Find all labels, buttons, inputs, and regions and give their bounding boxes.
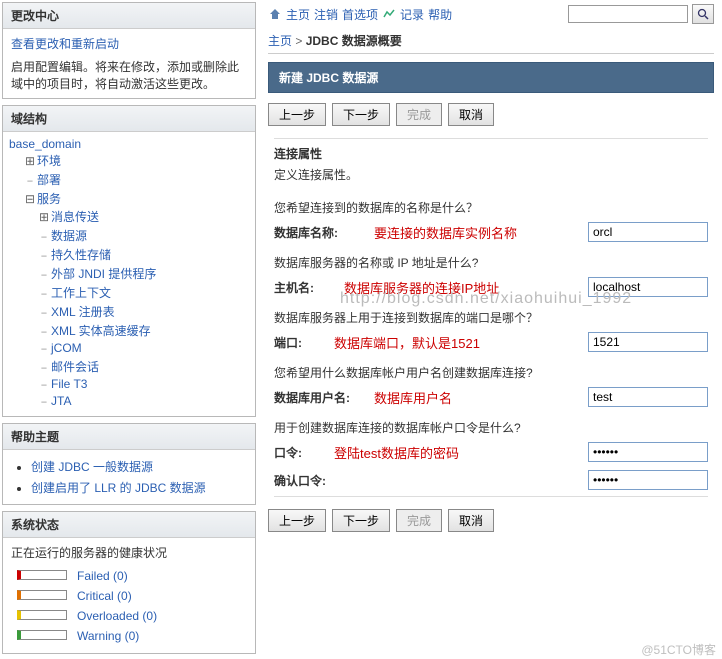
breadcrumb-home[interactable]: 主页: [268, 34, 292, 48]
input-pass[interactable]: [588, 442, 708, 462]
hint-dbname: 要连接的数据库实例名称: [374, 223, 578, 242]
cancel-button-bottom[interactable]: 取消: [448, 509, 494, 532]
domain-structure-panel: 域结构 base_domain ⊞环境 –部署 ⊟服务 ⊞消息传送 –数据源 –…: [2, 105, 256, 417]
help-link-1[interactable]: 创建 JDBC 一般数据源: [31, 460, 153, 474]
search-icon: [697, 8, 709, 20]
q-dbname: 您希望连接到的数据库的名称是什么？: [268, 191, 714, 218]
lbl-pass: 口令:: [274, 444, 324, 461]
input-host[interactable]: [588, 277, 708, 297]
hint-user: 数据库用户名: [374, 388, 578, 407]
health-failed[interactable]: Failed (0): [73, 567, 161, 585]
next-button[interactable]: 下一步: [332, 103, 390, 126]
tree-node-messaging[interactable]: ⊞消息传送: [37, 207, 249, 226]
breadcrumb-current: JDBC 数据源概要: [306, 34, 402, 48]
home-icon: [268, 7, 282, 21]
tree-node-mail[interactable]: –邮件会话: [37, 357, 249, 376]
nav-prefs[interactable]: 首选项: [342, 6, 378, 23]
health-table: Failed (0) Critical (0) Overloaded (0) W…: [11, 565, 163, 647]
lbl-host: 主机名:: [274, 279, 334, 296]
help-panel: 帮助主题 创建 JDBC 一般数据源 创建启用了 LLR 的 JDBC 数据源: [2, 423, 256, 505]
cancel-button[interactable]: 取消: [448, 103, 494, 126]
input-pass2[interactable]: [588, 470, 708, 490]
q-pass: 用于创建数据库连接的数据库帐户口令是什么?: [268, 411, 714, 438]
tree-node-workctx[interactable]: –工作上下文: [37, 283, 249, 302]
next-button-bottom[interactable]: 下一步: [332, 509, 390, 532]
lbl-user: 数据库用户名:: [274, 389, 364, 406]
nav-logout[interactable]: 注销: [314, 6, 338, 23]
lbl-dbname: 数据库名称:: [274, 224, 364, 241]
change-center-title: 更改中心: [3, 3, 255, 29]
q-port: 数据库服务器上用于连接到数据库的端口是哪个？: [268, 301, 714, 328]
button-row-top: 上一步 下一步 完成 取消: [268, 93, 714, 136]
tree-node-persist[interactable]: –持久性存储: [37, 245, 249, 264]
tree-node-jta[interactable]: –JTA: [37, 393, 249, 410]
q-host: 数据库服务器的名称或 IP 地址是什么?: [268, 246, 714, 273]
nav-help[interactable]: 帮助: [428, 6, 452, 23]
search-input[interactable]: [568, 5, 688, 23]
domain-structure-title: 域结构: [3, 106, 255, 132]
health-warning[interactable]: Warning (0): [73, 627, 161, 645]
bar-warning: [17, 630, 67, 640]
back-button-bottom[interactable]: 上一步: [268, 509, 326, 532]
help-title: 帮助主题: [3, 424, 255, 450]
tree-node-xmlcache[interactable]: –XML 实体高速缓存: [37, 321, 249, 340]
back-button[interactable]: 上一步: [268, 103, 326, 126]
hint-host: 数据库服务器的连接IP地址: [344, 278, 578, 297]
health-critical[interactable]: Critical (0): [73, 587, 161, 605]
tree-node-xmlreg[interactable]: –XML 注册表: [37, 302, 249, 321]
tree-node-deploy[interactable]: –部署: [23, 170, 249, 189]
table-row: Warning (0): [13, 627, 161, 645]
table-row: Critical (0): [13, 587, 161, 605]
status-subtitle: 正在运行的服务器的健康状况: [11, 544, 247, 561]
nav-home[interactable]: 主页: [286, 6, 310, 23]
bar-failed: [17, 570, 67, 580]
change-center-panel: 更改中心 查看更改和重新启动 启用配置编辑。将来在修改，添加或删除此域中的项目时…: [2, 2, 256, 99]
button-row-bottom: 上一步 下一步 完成 取消: [268, 499, 714, 542]
table-row: Overloaded (0): [13, 607, 161, 625]
search-button[interactable]: [692, 4, 714, 24]
view-changes-link[interactable]: 查看更改和重新启动: [11, 37, 119, 51]
page-title: 新建 JDBC 数据源: [268, 62, 714, 93]
tree-node-services[interactable]: ⊟服务 ⊞消息传送 –数据源 –持久性存储 –外部 JNDI 提供程序 –工作上…: [23, 189, 249, 411]
finish-button-bottom: 完成: [396, 509, 442, 532]
footer-watermark: @51CTO博客: [641, 641, 716, 658]
help-link-2[interactable]: 创建启用了 LLR 的 JDBC 数据源: [31, 481, 206, 495]
input-user[interactable]: [588, 387, 708, 407]
top-toolbar: 主页 注销 首选项 记录 帮助: [268, 0, 714, 28]
tree-node-jndi[interactable]: –外部 JNDI 提供程序: [37, 264, 249, 283]
tree-node-datasource[interactable]: –数据源: [37, 226, 249, 245]
change-center-desc: 启用配置编辑。将来在修改，添加或删除此域中的项目时，将自动激活这些更改。: [11, 58, 247, 92]
status-panel: 系统状态 正在运行的服务器的健康状况 Failed (0) Critical (…: [2, 511, 256, 654]
bar-overloaded: [17, 610, 67, 620]
tree-node-jcom[interactable]: –jCOM: [37, 340, 249, 357]
tree-node-filet3[interactable]: –File T3: [37, 376, 249, 393]
health-overloaded[interactable]: Overloaded (0): [73, 607, 161, 625]
section-title: 连接属性: [268, 141, 714, 164]
section-desc: 定义连接属性。: [268, 164, 714, 191]
input-dbname[interactable]: [588, 222, 708, 242]
table-row: Failed (0): [13, 567, 161, 585]
breadcrumb: 主页 > JDBC 数据源概要: [268, 28, 714, 54]
tree-root[interactable]: base_domain ⊞环境 –部署 ⊟服务 ⊞消息传送 –数据源 –持久性存…: [9, 136, 249, 412]
lbl-pass2: 确认口令:: [274, 472, 344, 489]
status-title: 系统状态: [3, 512, 255, 538]
bar-critical: [17, 590, 67, 600]
q-user: 您希望用什么数据库帐户用户名创建数据库连接?: [268, 356, 714, 383]
record-icon: [382, 7, 396, 21]
lbl-port: 端口:: [274, 334, 324, 351]
hint-port: 数据库端口，默认是1521: [334, 333, 578, 352]
hint-pass: 登陆test数据库的密码: [334, 443, 578, 462]
input-port[interactable]: [588, 332, 708, 352]
tree-node-env[interactable]: ⊞环境: [23, 151, 249, 170]
finish-button: 完成: [396, 103, 442, 126]
nav-record[interactable]: 记录: [400, 6, 424, 23]
